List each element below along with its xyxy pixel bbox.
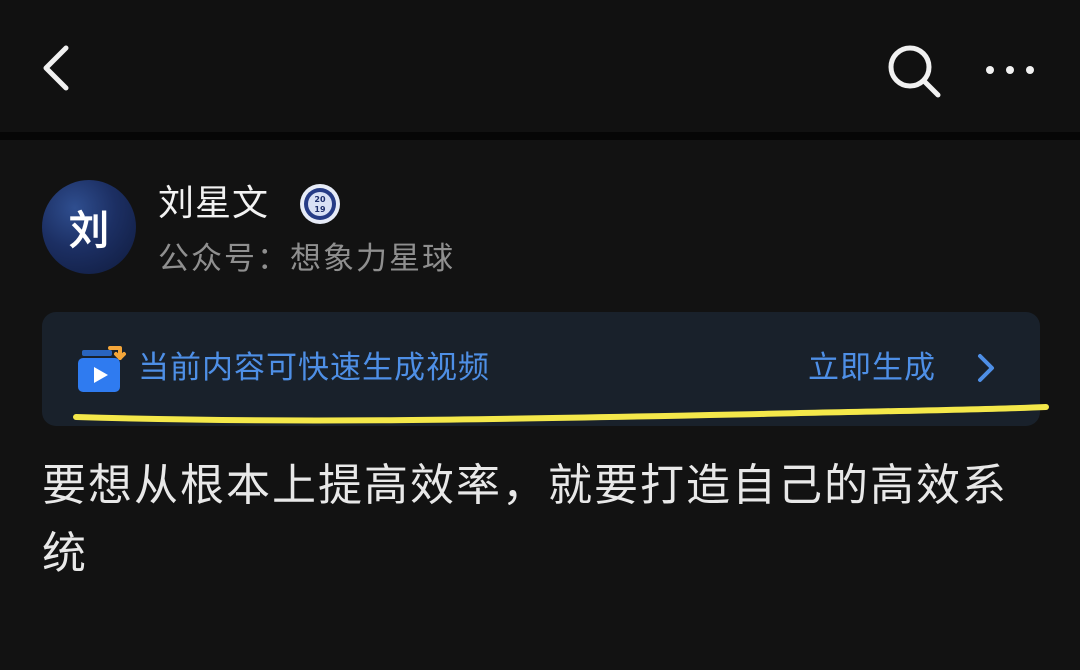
official-account-label: 公众号：想象力星球 (158, 241, 455, 277)
banner-message: 当前内容可快速生成视频 (138, 350, 490, 386)
more-dots-icon[interactable] (978, 46, 1042, 94)
article-page: 刘 刘星文 20 19 公众号：想象力星球 当前内容可快速生成视频 立即生成 要… (0, 0, 1080, 670)
author-avatar[interactable]: 刘 (42, 180, 136, 274)
header-divider (0, 132, 1080, 140)
chevron-right-icon[interactable] (972, 350, 1002, 386)
article-title: 要想从根本上提高效率，就要打造自己的高效系统 (42, 460, 1008, 579)
author-name[interactable]: 刘星文 (158, 180, 269, 228)
search-icon[interactable] (882, 40, 946, 104)
avatar-initial: 刘 (69, 208, 109, 254)
badge-year-bottom: 19 (314, 205, 326, 214)
badge-year-top: 20 (314, 195, 326, 204)
year-badge-icon: 20 19 (300, 184, 340, 224)
video-generate-icon (78, 346, 126, 392)
yellow-highlight-stroke (73, 404, 1049, 424)
back-chevron-icon[interactable] (30, 40, 86, 96)
generate-now-button[interactable]: 立即生成 (808, 346, 936, 390)
top-navigation-bar (0, 0, 1080, 132)
